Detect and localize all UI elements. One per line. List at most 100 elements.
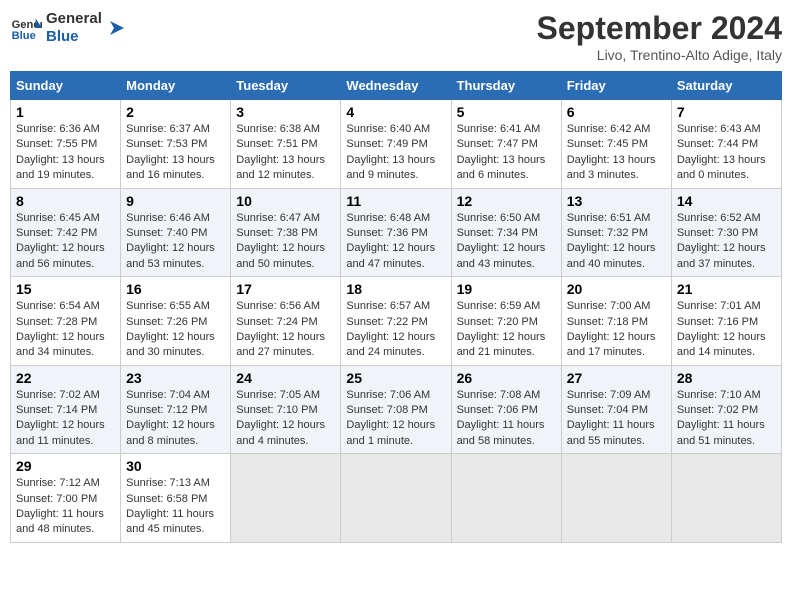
table-row: 16 Sunrise: 6:55 AMSunset: 7:26 PMDayligh… [121, 277, 231, 366]
header-monday: Monday [121, 72, 231, 100]
table-row: 11Sunrise: 6:48 AMSunset: 7:36 PMDayligh… [341, 188, 451, 277]
day-info: Sunrise: 6:55 AMSunset: 7:26 PMDaylight:… [126, 299, 225, 361]
day-number: 21 [677, 281, 776, 297]
header-thursday: Thursday [451, 72, 561, 100]
day-number: 3 [236, 104, 335, 120]
table-row: 24 Sunrise: 7:05 AMSunset: 7:10 PMDayligh… [231, 365, 341, 454]
day-number: 18 [346, 281, 445, 297]
logo: General Blue General Blue [10, 10, 128, 46]
day-info: Sunrise: 7:06 AMSunset: 7:08 PMDaylight:… [346, 388, 445, 450]
table-row: 6 Sunrise: 6:42 AMSunset: 7:45 PMDaylight… [561, 100, 671, 189]
header-sunday: Sunday [11, 72, 121, 100]
day-number: 30 [126, 458, 225, 474]
month-title: September 2024 [537, 10, 782, 47]
day-number: 5 [457, 104, 556, 120]
table-row: 29 Sunrise: 7:12 AMSunset: 7:00 PMDayligh… [11, 454, 121, 543]
calendar-body: 1Sunrise: 6:36 AMSunset: 7:55 PMDaylight… [11, 100, 782, 543]
day-number: 23 [126, 370, 225, 386]
table-row: 19 Sunrise: 6:59 AMSunset: 7:20 PMDayligh… [451, 277, 561, 366]
header-saturday: Saturday [671, 72, 781, 100]
header-wednesday: Wednesday [341, 72, 451, 100]
day-info: Sunrise: 7:05 AMSunset: 7:10 PMDaylight:… [236, 388, 335, 450]
table-row [231, 454, 341, 543]
day-info: Sunrise: 6:47 AMSunset: 7:38 PMDaylight:… [236, 211, 335, 273]
table-row: 22 Sunrise: 7:02 AMSunset: 7:14 PMDayligh… [11, 365, 121, 454]
location-subtitle: Livo, Trentino-Alto Adige, Italy [537, 47, 782, 63]
title-area: September 2024 Livo, Trentino-Alto Adige… [537, 10, 782, 63]
day-number: 20 [567, 281, 666, 297]
day-info: Sunrise: 6:37 AMSunset: 7:53 PMDaylight:… [126, 122, 225, 184]
header-tuesday: Tuesday [231, 72, 341, 100]
day-info: Sunrise: 7:12 AMSunset: 7:00 PMDaylight:… [16, 476, 115, 538]
day-number: 8 [16, 193, 115, 209]
calendar-week-row: 22 Sunrise: 7:02 AMSunset: 7:14 PMDayligh… [11, 365, 782, 454]
day-number: 6 [567, 104, 666, 120]
day-number: 22 [16, 370, 115, 386]
table-row: 3 Sunrise: 6:38 AMSunset: 7:51 PMDaylight… [231, 100, 341, 189]
day-info: Sunrise: 6:50 AMSunset: 7:34 PMDaylight:… [457, 211, 556, 273]
table-row: 20Sunrise: 7:00 AMSunset: 7:18 PMDayligh… [561, 277, 671, 366]
day-number: 27 [567, 370, 666, 386]
header-friday: Friday [561, 72, 671, 100]
table-row [451, 454, 561, 543]
day-number: 14 [677, 193, 776, 209]
day-info: Sunrise: 7:01 AMSunset: 7:16 PMDaylight:… [677, 299, 776, 361]
day-info: Sunrise: 6:42 AMSunset: 7:45 PMDaylight:… [567, 122, 666, 184]
table-row [341, 454, 451, 543]
logo-icon: General Blue [10, 12, 42, 44]
table-row: 5Sunrise: 6:41 AMSunset: 7:47 PMDaylight… [451, 100, 561, 189]
day-info: Sunrise: 6:46 AMSunset: 7:40 PMDaylight:… [126, 211, 225, 273]
day-info: Sunrise: 6:43 AMSunset: 7:44 PMDaylight:… [677, 122, 776, 184]
day-number: 25 [346, 370, 445, 386]
day-number: 4 [346, 104, 445, 120]
day-number: 19 [457, 281, 556, 297]
table-row: 8Sunrise: 6:45 AMSunset: 7:42 PMDaylight… [11, 188, 121, 277]
day-info: Sunrise: 6:52 AMSunset: 7:30 PMDaylight:… [677, 211, 776, 273]
weekday-header-row: Sunday Monday Tuesday Wednesday Thursday… [11, 72, 782, 100]
table-row: 7Sunrise: 6:43 AMSunset: 7:44 PMDaylight… [671, 100, 781, 189]
calendar-week-row: 29 Sunrise: 7:12 AMSunset: 7:00 PMDayligh… [11, 454, 782, 543]
day-info: Sunrise: 6:56 AMSunset: 7:24 PMDaylight:… [236, 299, 335, 361]
table-row [561, 454, 671, 543]
day-number: 15 [16, 281, 115, 297]
table-row: 14 Sunrise: 6:52 AMSunset: 7:30 PMDayligh… [671, 188, 781, 277]
table-row: 12Sunrise: 6:50 AMSunset: 7:34 PMDayligh… [451, 188, 561, 277]
day-number: 2 [126, 104, 225, 120]
table-row [671, 454, 781, 543]
day-info: Sunrise: 6:54 AMSunset: 7:28 PMDaylight:… [16, 299, 115, 361]
day-info: Sunrise: 6:38 AMSunset: 7:51 PMDaylight:… [236, 122, 335, 184]
table-row: 9Sunrise: 6:46 AMSunset: 7:40 PMDaylight… [121, 188, 231, 277]
day-number: 28 [677, 370, 776, 386]
day-number: 17 [236, 281, 335, 297]
header: General Blue General Blue September 2024… [10, 10, 782, 63]
day-info: Sunrise: 6:57 AMSunset: 7:22 PMDaylight:… [346, 299, 445, 361]
day-info: Sunrise: 6:59 AMSunset: 7:20 PMDaylight:… [457, 299, 556, 361]
table-row: 13Sunrise: 6:51 AMSunset: 7:32 PMDayligh… [561, 188, 671, 277]
day-number: 11 [346, 193, 445, 209]
table-row: 1Sunrise: 6:36 AMSunset: 7:55 PMDaylight… [11, 100, 121, 189]
table-row: 4 Sunrise: 6:40 AMSunset: 7:49 PMDaylight… [341, 100, 451, 189]
table-row: 27Sunrise: 7:09 AMSunset: 7:04 PMDayligh… [561, 365, 671, 454]
calendar-table: Sunday Monday Tuesday Wednesday Thursday… [10, 71, 782, 543]
table-row: 30 Sunrise: 7:13 AMSunset: 6:58 PMDayligh… [121, 454, 231, 543]
day-number: 24 [236, 370, 335, 386]
table-row: 10 Sunrise: 6:47 AMSunset: 7:38 PMDayligh… [231, 188, 341, 277]
day-info: Sunrise: 7:04 AMSunset: 7:12 PMDaylight:… [126, 388, 225, 450]
table-row: 15 Sunrise: 6:54 AMSunset: 7:28 PMDayligh… [11, 277, 121, 366]
day-info: Sunrise: 7:13 AMSunset: 6:58 PMDaylight:… [126, 476, 225, 538]
table-row: 21 Sunrise: 7:01 AMSunset: 7:16 PMDayligh… [671, 277, 781, 366]
day-info: Sunrise: 7:02 AMSunset: 7:14 PMDaylight:… [16, 388, 115, 450]
day-info: Sunrise: 6:40 AMSunset: 7:49 PMDaylight:… [346, 122, 445, 184]
day-info: Sunrise: 6:51 AMSunset: 7:32 PMDaylight:… [567, 211, 666, 273]
table-row: 23 Sunrise: 7:04 AMSunset: 7:12 PMDayligh… [121, 365, 231, 454]
day-number: 16 [126, 281, 225, 297]
table-row: 28 Sunrise: 7:10 AMSunset: 7:02 PMDayligh… [671, 365, 781, 454]
calendar-week-row: 15 Sunrise: 6:54 AMSunset: 7:28 PMDayligh… [11, 277, 782, 366]
day-number: 10 [236, 193, 335, 209]
table-row: 25 Sunrise: 7:06 AMSunset: 7:08 PMDayligh… [341, 365, 451, 454]
logo-blue: Blue [46, 28, 102, 46]
day-number: 26 [457, 370, 556, 386]
day-info: Sunrise: 7:10 AMSunset: 7:02 PMDaylight:… [677, 388, 776, 450]
table-row: 2 Sunrise: 6:37 AMSunset: 7:53 PMDaylight… [121, 100, 231, 189]
day-number: 29 [16, 458, 115, 474]
